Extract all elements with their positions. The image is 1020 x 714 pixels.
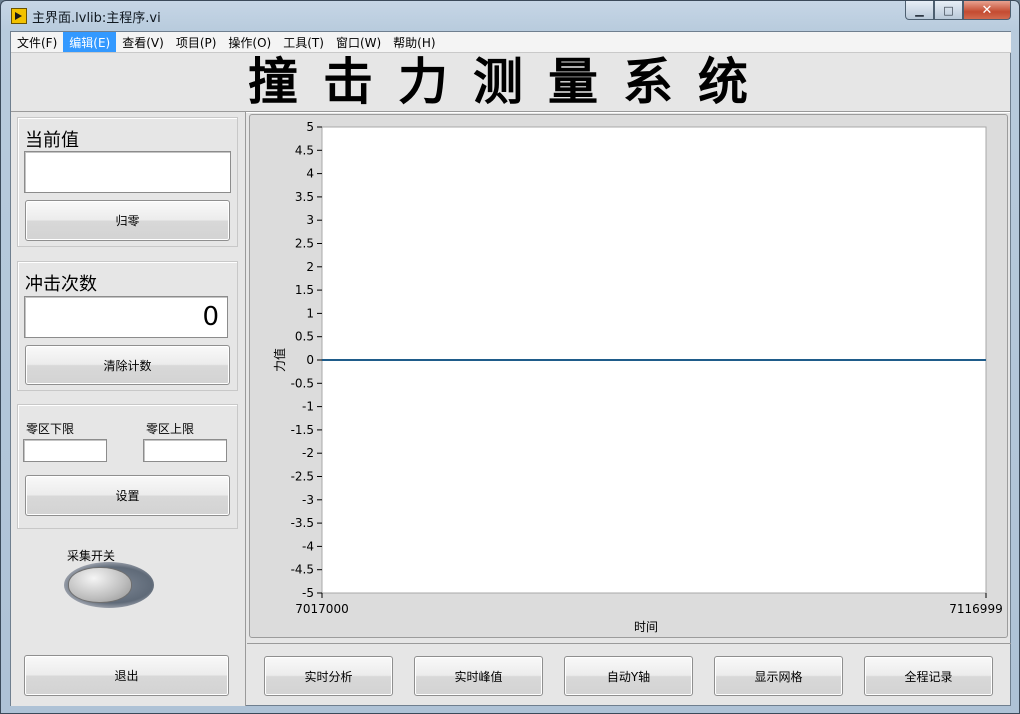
menu-edit[interactable]: 编辑(E) (63, 32, 117, 52)
chart-svg: 5 4.5 4 3.5 3 2.5 2 1.5 1 0.5 0 -0.5 -1 -1.5 -2 -2.5 -3 -… (272, 120, 1003, 634)
show-grid-button[interactable]: 显示网格 (714, 656, 843, 696)
y-tick-label: 5 (306, 120, 314, 134)
current-value-label: 当前值 (25, 130, 79, 151)
y-tick-label: -1 (302, 400, 314, 414)
y-tick-label: -3 (302, 493, 314, 507)
zero-zone-upper-label: 零区上限 (146, 422, 195, 436)
application-window: 主界面.lvlib:主程序.vi ▁ □ ✕ 文件(F) 编辑(E) 查看(V)… (0, 0, 1020, 714)
y-tick-label: 0.5 (295, 330, 314, 344)
y-tick-label: -2.5 (291, 470, 314, 484)
waveform-chart: 5 4.5 4 3.5 3 2.5 2 1.5 1 0.5 0 -0.5 -1 -1.5 -2 -2.5 -3 -… (249, 114, 1008, 638)
x-tick-label: 7116999 (949, 602, 1002, 616)
bottom-toolbar: 实时分析 实时峰值 自动Y轴 显示网格 全程记录 (247, 643, 1011, 707)
minimize-icon: ▁ (915, 3, 924, 17)
labview-vi-icon (11, 8, 27, 24)
set-button[interactable]: 设置 (25, 475, 230, 516)
y-tick-label: -5 (302, 586, 314, 600)
y-tick-label: -2 (302, 446, 314, 460)
acquisition-toggle-switch[interactable] (64, 562, 154, 608)
exit-button[interactable]: 退出 (24, 655, 229, 696)
menu-window[interactable]: 窗口(W) (330, 32, 387, 52)
y-tick-label: 1.5 (295, 283, 314, 297)
y-tick-label: 3 (306, 213, 314, 227)
maximize-button[interactable]: □ (934, 1, 963, 20)
zero-zone-lower-input[interactable] (23, 439, 107, 462)
impact-count-label: 冲击次数 (25, 274, 97, 295)
menu-file[interactable]: 文件(F) (11, 32, 63, 52)
window-title: 主界面.lvlib:主程序.vi (32, 11, 161, 26)
toggle-knob (68, 567, 132, 603)
menu-help[interactable]: 帮助(H) (387, 32, 441, 52)
title-bar[interactable]: 主界面.lvlib:主程序.vi ▁ □ ✕ (1, 1, 1019, 31)
close-icon: ✕ (981, 2, 993, 18)
full-record-button[interactable]: 全程记录 (864, 656, 993, 696)
y-tick-label: 3.5 (295, 190, 314, 204)
x-tick-label: 7017000 (295, 602, 348, 616)
control-panel: 当前值 归零 冲击次数 0 清除计数 零区下限 零区上限 设置 采集开关 退出 (11, 112, 246, 706)
menu-bar: 文件(F) 编辑(E) 查看(V) 项目(P) 操作(O) 工具(T) 窗口(W… (11, 32, 1011, 53)
realtime-analysis-button[interactable]: 实时分析 (264, 656, 393, 696)
close-button[interactable]: ✕ (963, 1, 1011, 20)
menu-view[interactable]: 查看(V) (116, 32, 170, 52)
menu-tools[interactable]: 工具(T) (277, 32, 330, 52)
y-tick-label: -4 (302, 539, 314, 553)
impact-count-display: 0 (24, 296, 228, 338)
y-tick-label: -4.5 (291, 563, 314, 577)
clear-count-button[interactable]: 清除计数 (25, 345, 230, 385)
y-tick-label: -3.5 (291, 516, 314, 530)
impact-count-group: 冲击次数 0 清除计数 (17, 261, 238, 391)
current-value-display (24, 151, 231, 193)
y-tick-label: 0 (306, 353, 314, 367)
y-axis-label: 力值 (272, 348, 287, 372)
zero-zone-lower-label: 零区下限 (26, 422, 75, 436)
y-tick-label: 4.5 (295, 143, 314, 157)
maximize-icon: □ (943, 3, 954, 17)
zero-zone-group: 零区下限 零区上限 设置 (17, 404, 238, 529)
header-banner: 撞击力测量系统 (11, 53, 1010, 112)
current-value-group: 当前值 归零 (17, 117, 238, 247)
y-tick-label: 2.5 (295, 237, 314, 251)
zero-button[interactable]: 归零 (25, 200, 230, 241)
realtime-peak-button[interactable]: 实时峰值 (414, 656, 543, 696)
menu-project[interactable]: 项目(P) (170, 32, 223, 52)
y-tick-label: -1.5 (291, 423, 314, 437)
page-title: 撞击力测量系统 (248, 52, 773, 111)
x-axis-label: 时间 (634, 620, 658, 634)
y-tick-label: 2 (306, 260, 314, 274)
y-tick-label: 4 (306, 167, 314, 181)
y-tick-label: -0.5 (291, 376, 314, 390)
menu-operate[interactable]: 操作(O) (222, 32, 277, 52)
y-tick-label: 1 (306, 306, 314, 320)
minimize-button[interactable]: ▁ (905, 1, 934, 20)
zero-zone-upper-input[interactable] (143, 439, 227, 462)
vi-front-panel: 文件(F) 编辑(E) 查看(V) 项目(P) 操作(O) 工具(T) 窗口(W… (10, 31, 1011, 706)
auto-y-axis-button[interactable]: 自动Y轴 (564, 656, 693, 696)
